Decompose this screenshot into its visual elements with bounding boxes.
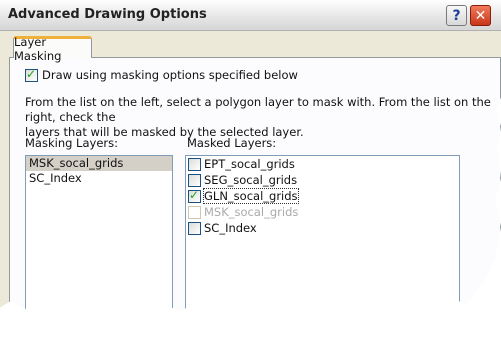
masked-layers-label: Masked Layers: (187, 136, 277, 150)
layer-checkbox[interactable] (188, 221, 201, 235)
layer-checkbox[interactable]: ✓ (188, 187, 201, 203)
list-item[interactable]: EPT_socal_grids (186, 156, 459, 172)
list-item[interactable]: SC_Index (186, 220, 459, 236)
list-item[interactable]: MSK_socal_grids (26, 156, 172, 171)
tab-layer-masking[interactable]: Layer Masking (13, 35, 92, 63)
instructions-text: From the list on the left, select a poly… (25, 95, 491, 139)
close-button[interactable]: ✕ (470, 5, 491, 26)
layer-label: MSK_socal_grids (204, 205, 299, 219)
masking-layers-list[interactable]: MSK_socal_grids SC_Index (25, 155, 173, 312)
window-title: Advanced Drawing Options (8, 7, 207, 22)
layer-label: GLN_socal_grids (203, 188, 299, 204)
layer-checkbox[interactable] (188, 173, 201, 187)
draw-masking-label: Draw using masking options specified bel… (42, 68, 298, 82)
masked-layers-list[interactable]: EPT_socal_grids SEG_socal_grids ✓ GLN_so… (185, 155, 460, 312)
list-item[interactable]: SC_Index (26, 171, 172, 186)
list-item[interactable]: ✓ GLN_socal_grids (186, 188, 459, 204)
layer-label: SC_Index (204, 221, 257, 235)
list-item: MSK_socal_grids (186, 204, 459, 220)
help-button[interactable]: ? (446, 5, 467, 26)
draw-masking-option[interactable]: ✓ Draw using masking options specified b… (25, 66, 298, 82)
layer-label: SEG_socal_grids (204, 173, 298, 187)
list-item[interactable]: SEG_socal_grids (186, 172, 459, 188)
advanced-drawing-options-dialog: Advanced Drawing Options ? ✕ Layer Maski… (0, 0, 501, 312)
title-bar: Advanced Drawing Options ? ✕ (0, 0, 501, 31)
masking-layers-label: Masking Layers: (25, 136, 118, 150)
layer-checkbox (188, 205, 201, 219)
layer-label: EPT_socal_grids (204, 157, 295, 171)
layer-checkbox[interactable] (188, 157, 201, 171)
checkmark-icon: ✓ (26, 66, 37, 81)
checkmark-icon: ✓ (189, 187, 200, 202)
draw-masking-checkbox[interactable]: ✓ (25, 66, 38, 82)
